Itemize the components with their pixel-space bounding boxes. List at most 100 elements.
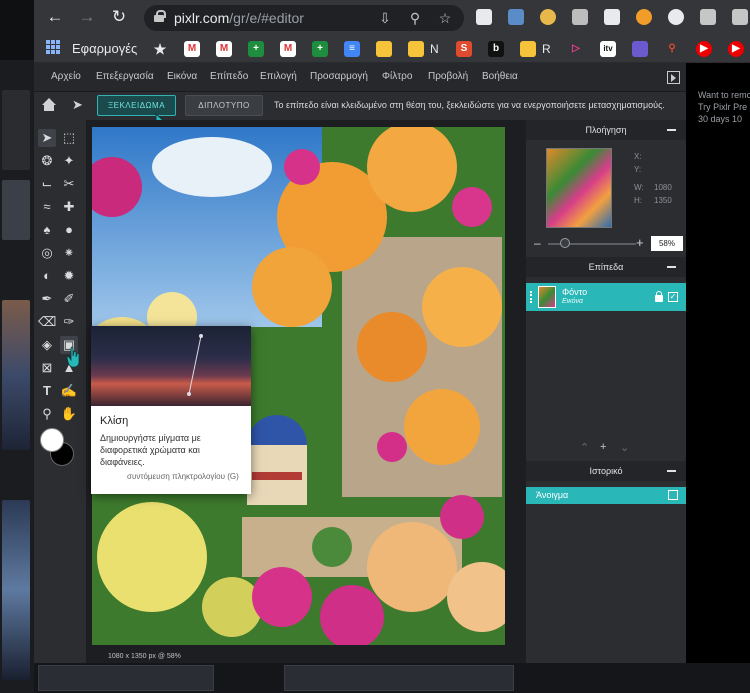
menu-help[interactable]: Βοήθεια — [482, 71, 518, 82]
amazon-icon[interactable] — [604, 9, 620, 25]
menu-edit[interactable]: Επεξεργασία — [96, 71, 154, 82]
zoom-slider-handle[interactable] — [560, 238, 570, 248]
extension-icon[interactable] — [636, 9, 652, 25]
gmail-icon[interactable]: M — [184, 41, 200, 57]
lock-icon[interactable] — [655, 291, 663, 302]
sheets-icon[interactable]: + — [312, 41, 328, 57]
docs-icon[interactable]: ≡ — [344, 41, 360, 57]
eraser-tool-icon[interactable]: ⌫ — [38, 313, 56, 331]
zoom-in-button[interactable]: + — [636, 235, 644, 250]
right-panels: Πλοήγηση X: Y: W: 1080 H: 1350 – + 58% Ε… — [526, 120, 686, 663]
zoom-out-button[interactable]: – — [534, 236, 541, 250]
menu-layer[interactable]: Επίπεδο — [210, 71, 248, 82]
fill-tool-icon[interactable]: ◈ — [38, 336, 56, 354]
add-layer-icon[interactable]: + — [600, 441, 606, 453]
zoom-tool-icon[interactable]: ⚲ — [38, 405, 56, 423]
snapshot-icon[interactable] — [668, 490, 678, 500]
text-tool-icon[interactable]: T — [38, 382, 56, 400]
dodge-tool-icon[interactable]: ◐ — [38, 267, 56, 285]
reload-icon[interactable]: ↻ — [108, 6, 130, 28]
menu-filter[interactable]: Φίλτρο — [382, 71, 412, 82]
bookmark-apps[interactable]: Εφαρμογές — [72, 41, 137, 56]
folder-icon[interactable] — [408, 41, 424, 57]
sponge-tool-icon[interactable]: ✹ — [60, 267, 78, 285]
collapse-icon[interactable] — [667, 129, 676, 131]
collapse-panel-icon[interactable] — [667, 71, 680, 84]
crop-tool-icon[interactable]: ⌙ — [38, 175, 56, 193]
gmail-icon[interactable]: M — [216, 41, 232, 57]
clone-tool-icon[interactable]: ♠ — [38, 221, 56, 239]
wand-tool-icon[interactable]: ✦ — [60, 152, 78, 170]
menu-image[interactable]: Εικόνα — [167, 71, 197, 82]
tooltip-title: Κλίση — [100, 415, 129, 427]
lasso-tool-icon[interactable]: ❂ — [38, 152, 56, 170]
bookmark-icon[interactable] — [632, 41, 648, 57]
visibility-checkbox[interactable]: ✓ — [668, 292, 678, 302]
home-icon[interactable] — [42, 98, 56, 112]
eyedropper-tool-icon[interactable]: ✍ — [60, 382, 78, 400]
liquify-tool-icon[interactable]: ≈ — [38, 198, 56, 216]
bookmark-n[interactable]: N — [430, 42, 439, 56]
youtube-icon[interactable]: ▶ — [696, 41, 712, 57]
move-up-icon[interactable]: ⌃ — [580, 441, 589, 454]
bike-icon[interactable]: ⚲ — [664, 41, 680, 57]
hand-tool-icon[interactable]: ✋ — [60, 405, 78, 423]
image-tool-icon[interactable]: ⊠ — [38, 359, 56, 377]
itv-icon[interactable]: itv — [600, 41, 616, 57]
menu-select[interactable]: Επιλογή — [260, 71, 297, 82]
foreground-color-swatch[interactable] — [40, 428, 64, 452]
gmail-icon[interactable]: M — [280, 41, 296, 57]
navigation-title: Πλοήγηση — [585, 125, 627, 135]
replace-color-tool-icon[interactable]: ✑ — [60, 313, 78, 331]
star-icon[interactable]: ☆ — [436, 9, 454, 27]
collapse-icon[interactable] — [667, 266, 676, 268]
sheets-icon[interactable]: + — [248, 41, 264, 57]
reading-list-icon[interactable] — [732, 9, 748, 25]
extension-icon[interactable] — [476, 9, 492, 25]
extension-icon[interactable] — [508, 9, 524, 25]
move-down-icon[interactable]: ⌄ — [620, 441, 629, 454]
layer-item[interactable]: Φόντο Εικόνα ✓ — [526, 283, 686, 311]
brush-tool-icon[interactable]: ✐ — [60, 290, 78, 308]
lock-icon[interactable] — [154, 10, 166, 22]
drag-handle-icon[interactable] — [530, 291, 532, 303]
globe-tool-icon[interactable]: ◎ — [38, 244, 56, 262]
dots-tool-icon[interactable]: ⁕ — [60, 244, 78, 262]
back-icon[interactable]: ← — [44, 6, 66, 28]
heal-tool-icon[interactable]: ✚ — [60, 198, 78, 216]
bookmark-icon[interactable]: b — [488, 41, 504, 57]
menu-file[interactable]: Αρχείο — [51, 71, 81, 82]
bookmark-r[interactable]: R — [542, 42, 551, 56]
apps-grid-icon[interactable] — [46, 40, 60, 54]
play-icon[interactable]: ▷ — [568, 41, 584, 57]
youtube-icon[interactable]: ▶ — [728, 41, 744, 57]
zoom-value-input[interactable]: 58% — [651, 236, 683, 251]
layers-header: Επίπεδα — [526, 257, 686, 277]
options-bar: ➤ ΞΕΚΛΕΙΔΩΜΑ ΔΙΠΛΟΤΥΠΟ Το επίπεδο είναι … — [34, 92, 686, 120]
puzzle-icon[interactable] — [700, 9, 716, 25]
pen-tool-icon[interactable]: ✒ — [38, 290, 56, 308]
duplicate-button[interactable]: ΔΙΠΛΟΤΥΠΟ — [185, 95, 263, 116]
extension-icon[interactable] — [540, 9, 556, 25]
marquee-tool-icon[interactable]: ⬚ — [60, 129, 78, 147]
bookmark-icon[interactable]: S — [456, 41, 472, 57]
navigation-thumbnail[interactable] — [546, 148, 612, 228]
zoom-icon[interactable]: ⚲ — [406, 9, 424, 27]
blur-tool-icon[interactable]: ● — [60, 221, 78, 239]
menu-view[interactable]: Προβολή — [428, 71, 468, 82]
nav-x-label: X: — [634, 152, 642, 161]
folder-icon[interactable] — [376, 41, 392, 57]
extension-icon[interactable] — [668, 9, 684, 25]
collapse-icon[interactable] — [667, 470, 676, 472]
forward-icon[interactable]: → — [76, 6, 98, 28]
menu-adjust[interactable]: Προσαρμογή — [310, 71, 368, 82]
history-item[interactable]: Άνοιγμα — [526, 487, 686, 504]
cutout-tool-icon[interactable]: ✂ — [60, 175, 78, 193]
extension-icon[interactable] — [572, 9, 588, 25]
arrange-tool-icon[interactable]: ➤ — [38, 129, 56, 147]
star-icon[interactable]: ★ — [152, 41, 168, 57]
background-taskbar — [34, 663, 750, 693]
address-bar[interactable]: pixlr.com/gr/e/#editor ⇩ ⚲ ☆ — [144, 5, 464, 31]
install-icon[interactable]: ⇩ — [376, 9, 394, 27]
folder-icon[interactable] — [520, 41, 536, 57]
